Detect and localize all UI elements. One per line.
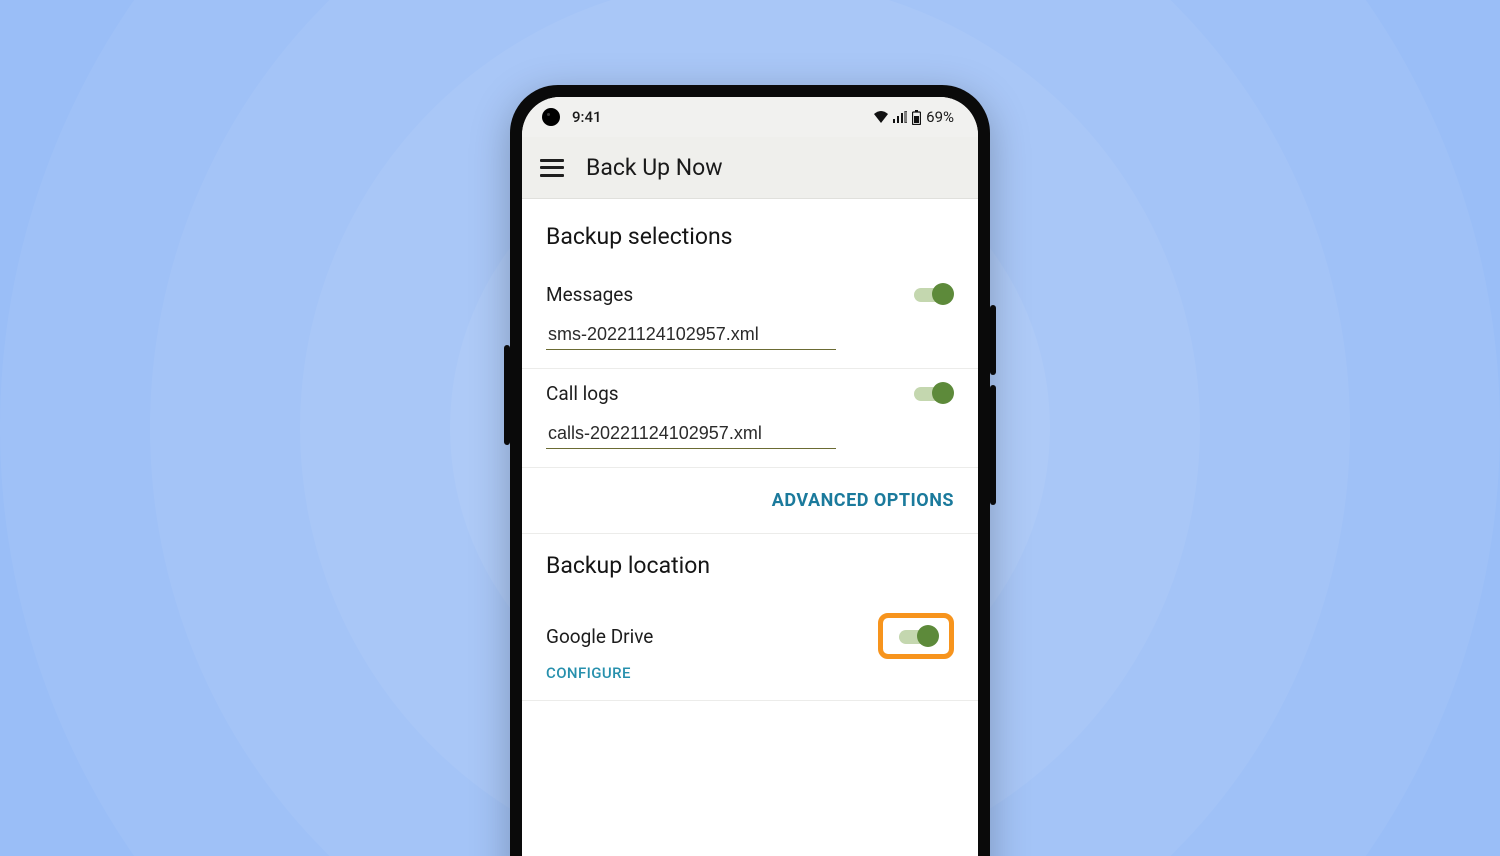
phone-side-button-left (504, 345, 510, 445)
advanced-options-link[interactable]: ADVANCED OPTIONS (772, 490, 954, 511)
backup-selections-heading: Backup selections (522, 199, 978, 270)
google-drive-toggle-highlight (878, 613, 954, 659)
google-drive-label: Google Drive (546, 625, 653, 648)
google-drive-toggle[interactable] (895, 624, 939, 648)
status-time: 9:41 (572, 108, 602, 126)
battery-icon (912, 110, 921, 125)
status-battery-percent: 69% (926, 108, 954, 126)
messages-row: Messages (522, 270, 978, 369)
phone-screen: 9:41 (522, 97, 978, 856)
messages-label: Messages (546, 283, 633, 306)
google-drive-row: Google Drive CONFIGURE (522, 599, 978, 707)
phone-side-button-right-bottom (990, 385, 996, 505)
call-logs-label: Call logs (546, 382, 619, 405)
messages-filename-input[interactable] (546, 320, 836, 350)
call-logs-toggle[interactable] (910, 381, 954, 405)
app-bar: Back Up Now (522, 137, 978, 199)
hamburger-menu-icon[interactable] (540, 159, 564, 177)
camera-punch-hole (542, 108, 560, 126)
cell-signal-icon (893, 111, 907, 123)
phone-frame: 9:41 (510, 85, 990, 856)
wifi-icon (874, 111, 888, 123)
backup-location-heading: Backup location (522, 534, 978, 599)
call-logs-row: Call logs (522, 369, 978, 468)
advanced-options-row: ADVANCED OPTIONS (522, 468, 978, 534)
phone-side-button-right-top (990, 305, 996, 375)
call-logs-filename-input[interactable] (546, 419, 836, 449)
status-bar: 9:41 (522, 97, 978, 137)
messages-toggle[interactable] (910, 282, 954, 306)
app-bar-title: Back Up Now (586, 154, 723, 181)
configure-link[interactable]: CONFIGURE (546, 664, 631, 694)
